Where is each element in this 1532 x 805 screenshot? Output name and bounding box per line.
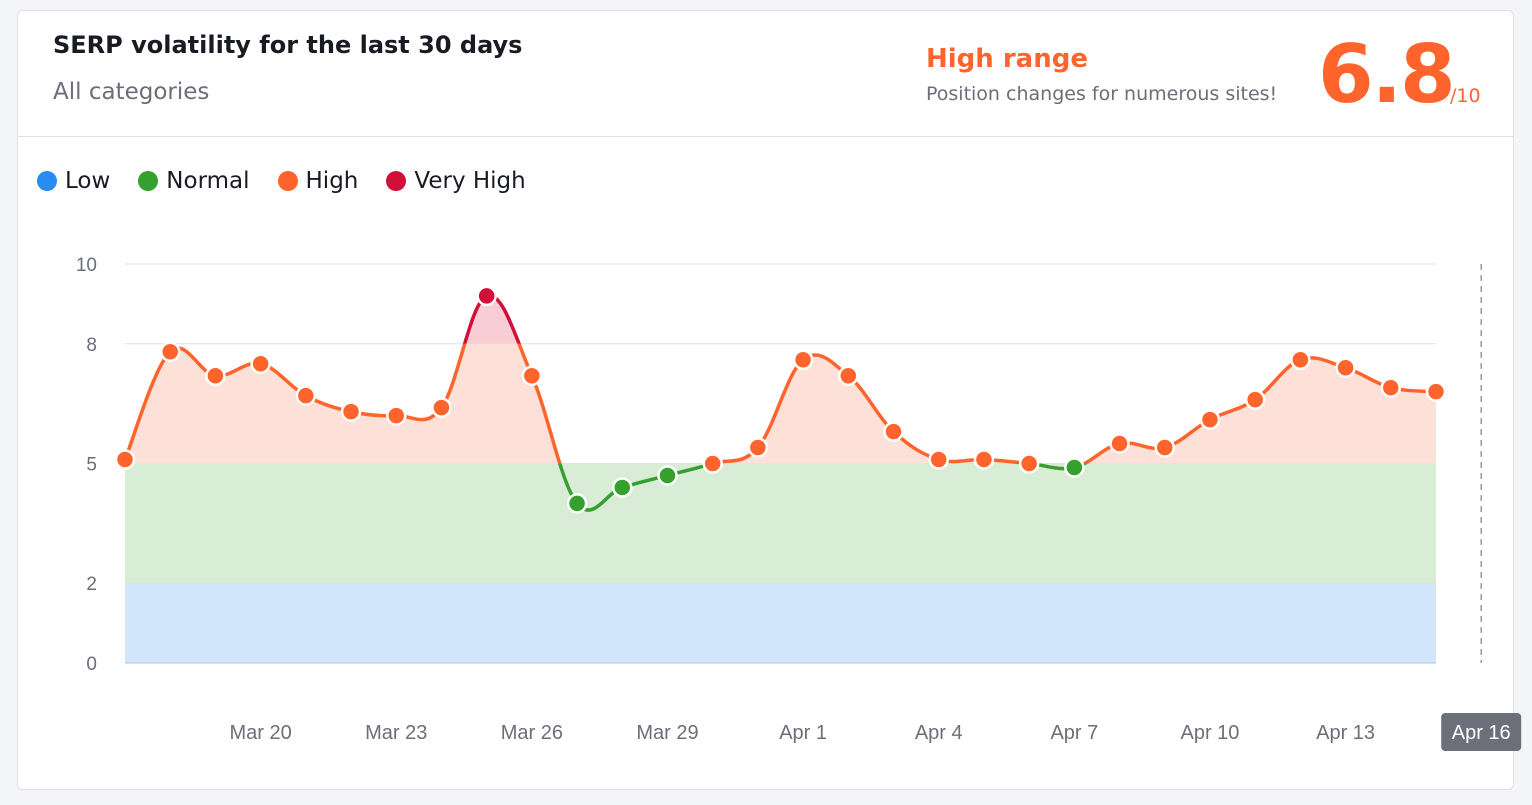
- x-tick-label: Mar 29: [636, 722, 698, 744]
- data-point[interactable]: [1109, 433, 1130, 454]
- data-point[interactable]: [747, 437, 769, 458]
- data-point[interactable]: [205, 365, 226, 386]
- x-tick-label: Apr 10: [1180, 722, 1239, 744]
- y-tick-label: 10: [76, 255, 97, 276]
- data-point[interactable]: [1154, 437, 1176, 458]
- data-point[interactable]: [521, 365, 543, 386]
- data-point[interactable]: [340, 401, 362, 422]
- x-tick-label: Apr 4: [915, 722, 963, 744]
- volatility-chart: 10 8 5 2 0 Mar 20 Mar 23 Mar 26 Mar 29 Apr 1 Apr 4…: [76, 255, 1522, 751]
- data-point[interactable]: [1290, 349, 1311, 371]
- band-low: [125, 583, 1436, 663]
- band-normal: [125, 463, 1436, 584]
- data-point[interactable]: [1244, 389, 1266, 410]
- y-tick-label: 5: [86, 455, 97, 476]
- data-point[interactable]: [250, 353, 271, 374]
- data-point[interactable]: [114, 449, 136, 470]
- data-point[interactable]: [1199, 409, 1221, 430]
- y-tick-label: 8: [86, 335, 97, 356]
- data-point[interactable]: [702, 453, 723, 474]
- data-point[interactable]: [295, 385, 317, 406]
- data-point[interactable]: [476, 285, 497, 307]
- data-point[interactable]: [838, 365, 859, 386]
- y-tick-label: 0: [86, 654, 97, 675]
- data-point[interactable]: [657, 465, 678, 486]
- data-point[interactable]: [883, 421, 904, 442]
- y-tick-label: 2: [86, 574, 97, 595]
- x-tick-label: Mar 20: [229, 722, 291, 744]
- data-point[interactable]: [1335, 357, 1356, 378]
- data-point[interactable]: [1425, 381, 1447, 402]
- x-tick-label: Apr 13: [1316, 722, 1375, 744]
- x-tick-label: Mar 26: [501, 722, 563, 744]
- data-point[interactable]: [431, 397, 452, 418]
- data-point[interactable]: [612, 477, 633, 498]
- data-point[interactable]: [1018, 453, 1040, 474]
- data-point[interactable]: [566, 493, 588, 514]
- data-point[interactable]: [385, 405, 407, 426]
- x-tick-label-selected[interactable]: Apr 16: [1452, 722, 1511, 744]
- x-tick-label: Mar 23: [365, 722, 427, 744]
- data-point[interactable]: [973, 449, 995, 470]
- data-point[interactable]: [792, 349, 814, 371]
- x-tick-label: Apr 1: [779, 722, 827, 744]
- data-point[interactable]: [1380, 377, 1402, 398]
- data-point[interactable]: [928, 449, 949, 470]
- data-point[interactable]: [1064, 457, 1085, 478]
- x-tick-label: Apr 7: [1050, 722, 1098, 744]
- data-point[interactable]: [159, 341, 181, 363]
